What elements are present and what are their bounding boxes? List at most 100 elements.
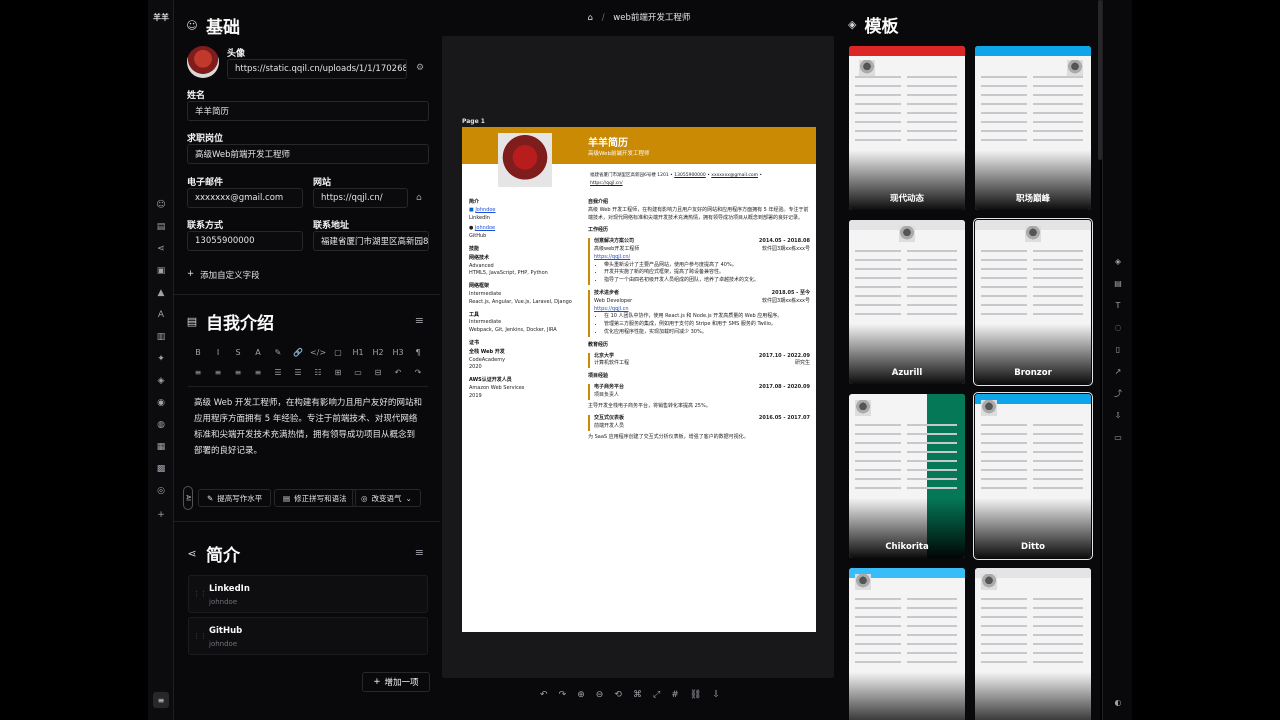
toolbar-button[interactable]: ⊟	[368, 368, 388, 377]
briefcase-icon[interactable]: ▣	[154, 264, 168, 278]
headline-input[interactable]: 高级Web前端开发工程师	[187, 144, 429, 164]
settings-icon[interactable]: ⚙	[416, 63, 424, 73]
theme-icon[interactable]: ◌	[1112, 321, 1124, 333]
toolbar-button[interactable]: H3	[388, 348, 408, 357]
link-icon[interactable]: ⛓	[690, 690, 701, 700]
fix-grammar-button[interactable]: ▤ 修正拼写和语法	[274, 489, 356, 507]
toolbar-button[interactable]: ≡	[188, 368, 208, 377]
website-input[interactable]: https://qqjl.cn/	[313, 188, 408, 208]
toolbar-button[interactable]: H1	[348, 348, 368, 357]
toolbar-button[interactable]: S	[228, 348, 248, 357]
export-icon[interactable]: ⇩	[1112, 409, 1124, 421]
fullscreen-icon[interactable]: ⤢	[653, 690, 660, 700]
share-icon[interactable]: ⋖	[154, 242, 168, 256]
avatar[interactable]	[187, 46, 219, 78]
template-card[interactable]	[849, 568, 965, 720]
toolbar-button[interactable]: ↶	[388, 368, 408, 377]
toolbar-button[interactable]: H2	[368, 348, 388, 357]
name-input[interactable]: 羊羊简历	[187, 101, 429, 121]
toolbar-button[interactable]: B	[188, 348, 208, 357]
layout-icon[interactable]: ▤	[1112, 277, 1124, 289]
toolbar-button[interactable]: A	[248, 348, 268, 357]
page-break-icon[interactable]: #	[671, 690, 679, 700]
profiles-menu-icon[interactable]: ≡	[415, 546, 424, 559]
toolbar-button[interactable]: </>	[308, 348, 328, 357]
template-card[interactable]: Azurill	[849, 220, 965, 384]
tag-icon[interactable]: ⌂	[416, 193, 422, 203]
toolbar-button[interactable]: ≡	[208, 368, 228, 377]
redo-icon[interactable]: ↷	[559, 690, 567, 700]
menu-icon[interactable]: ≡	[153, 692, 169, 708]
project-icon[interactable]: ◍	[154, 418, 168, 432]
toolbar-button[interactable]: ≡	[228, 368, 248, 377]
plus-icon: +	[187, 269, 195, 279]
toolbar-button[interactable]: ≡	[248, 368, 268, 377]
info-icon[interactable]: ◐	[1112, 696, 1124, 708]
profile-item-linkedin[interactable]: ⋮⋮ LinkedIn johndoe	[188, 575, 428, 613]
template-name: Bronzor	[1014, 368, 1052, 378]
avatar-url-input[interactable]: https://static.qqil.cn/uploads/1/1/17026…	[227, 59, 407, 79]
publication-icon[interactable]: ▦	[154, 440, 168, 454]
work-item: 2018.05 - 至今 技术进步者 软件园3期xx栋xxx号 Web Deve…	[588, 289, 810, 337]
summary-icon[interactable]: ▤	[154, 220, 168, 234]
add-custom-field-button[interactable]: + 添加自定义字段	[187, 269, 260, 281]
template-photo	[981, 574, 997, 590]
references-icon[interactable]: ◎	[154, 484, 168, 498]
toolbar-button[interactable]: ▢	[328, 348, 348, 357]
skills-icon[interactable]: ▥	[154, 330, 168, 344]
interest-icon[interactable]: ◉	[154, 396, 168, 410]
template-card[interactable]	[975, 568, 1091, 720]
toolbar-button[interactable]: ☰	[288, 368, 308, 377]
undo-icon[interactable]: ↶	[540, 690, 548, 700]
template-line	[981, 460, 1027, 462]
typography-icon[interactable]: T	[1112, 299, 1124, 311]
toolbar-button[interactable]: ▭	[348, 368, 368, 377]
change-tone-button[interactable]: ◎ 改变语气 ⌄	[352, 489, 421, 507]
template-card[interactable]: 职场巅峰	[975, 46, 1091, 210]
zoom-in-icon[interactable]: ⊕	[577, 690, 585, 700]
user-icon[interactable]: ☺	[154, 198, 168, 212]
center-icon[interactable]: ⌘	[633, 690, 642, 700]
summary-menu-icon[interactable]: ≡	[415, 314, 424, 327]
template-card[interactable]: Ditto	[973, 392, 1093, 560]
notes-icon[interactable]: ▭	[1112, 431, 1124, 443]
toolbar-button[interactable]: ✎	[268, 348, 288, 357]
certificate-icon[interactable]: ◈	[154, 374, 168, 388]
toolbar-button[interactable]: ☰	[268, 368, 288, 377]
template-line	[855, 652, 901, 654]
toolbar-button[interactable]: ↷	[408, 368, 428, 377]
template-icon[interactable]: ◈	[1112, 255, 1124, 267]
toolbar-button[interactable]: ⊞	[328, 368, 348, 377]
toolbar-button[interactable]: I	[208, 348, 228, 357]
toolbar-button[interactable]: ¶	[408, 348, 428, 357]
profile-item-github[interactable]: ⋮⋮ GitHub johndoe	[188, 617, 428, 655]
award-icon[interactable]: ✦	[154, 352, 168, 366]
template-card[interactable]: Chikorita	[849, 394, 965, 558]
template-line	[981, 112, 1027, 114]
template-line	[907, 304, 957, 306]
phone-input[interactable]: 13055900000	[187, 231, 303, 251]
summary-editor[interactable]: 高级 Web 开发工程师，在构建有影响力且用户友好的网站和应用程序方面拥有 5 …	[188, 386, 428, 472]
graduation-icon[interactable]: ▲	[154, 286, 168, 300]
address-input[interactable]: 福建省厦门市湖里区高新园84	[313, 231, 429, 251]
drag-handle-icon[interactable]: ⋮⋮	[193, 590, 207, 598]
toolbar-button[interactable]: 🔗	[288, 348, 308, 357]
zoom-out-icon[interactable]: ⊖	[596, 690, 604, 700]
page-icon[interactable]: ▯	[1112, 343, 1124, 355]
toolbar-button[interactable]: ☷	[308, 368, 328, 377]
statistics-icon[interactable]: ⤴	[1112, 387, 1124, 399]
language-icon[interactable]: A	[154, 308, 168, 322]
home-icon[interactable]: ⌂	[588, 13, 593, 23]
drag-handle-icon[interactable]: ⋮⋮	[193, 632, 207, 640]
share-icon[interactable]: ↗	[1112, 365, 1124, 377]
template-card[interactable]: Bronzor	[973, 218, 1093, 386]
add-profile-button[interactable]: + 增加一项	[362, 672, 430, 692]
template-card[interactable]: 现代动态	[849, 46, 965, 210]
app-logo[interactable]: 羊羊	[153, 12, 169, 26]
add-section-icon[interactable]: +	[154, 508, 168, 522]
volunteer-icon[interactable]: ▩	[154, 462, 168, 476]
download-icon[interactable]: ⇩	[712, 690, 720, 700]
email-input[interactable]: xxxxxxx@gmail.com	[187, 188, 303, 208]
improve-writing-button[interactable]: ✎ 提高写作水平	[198, 489, 272, 507]
reset-zoom-icon[interactable]: ⟲	[614, 690, 622, 700]
